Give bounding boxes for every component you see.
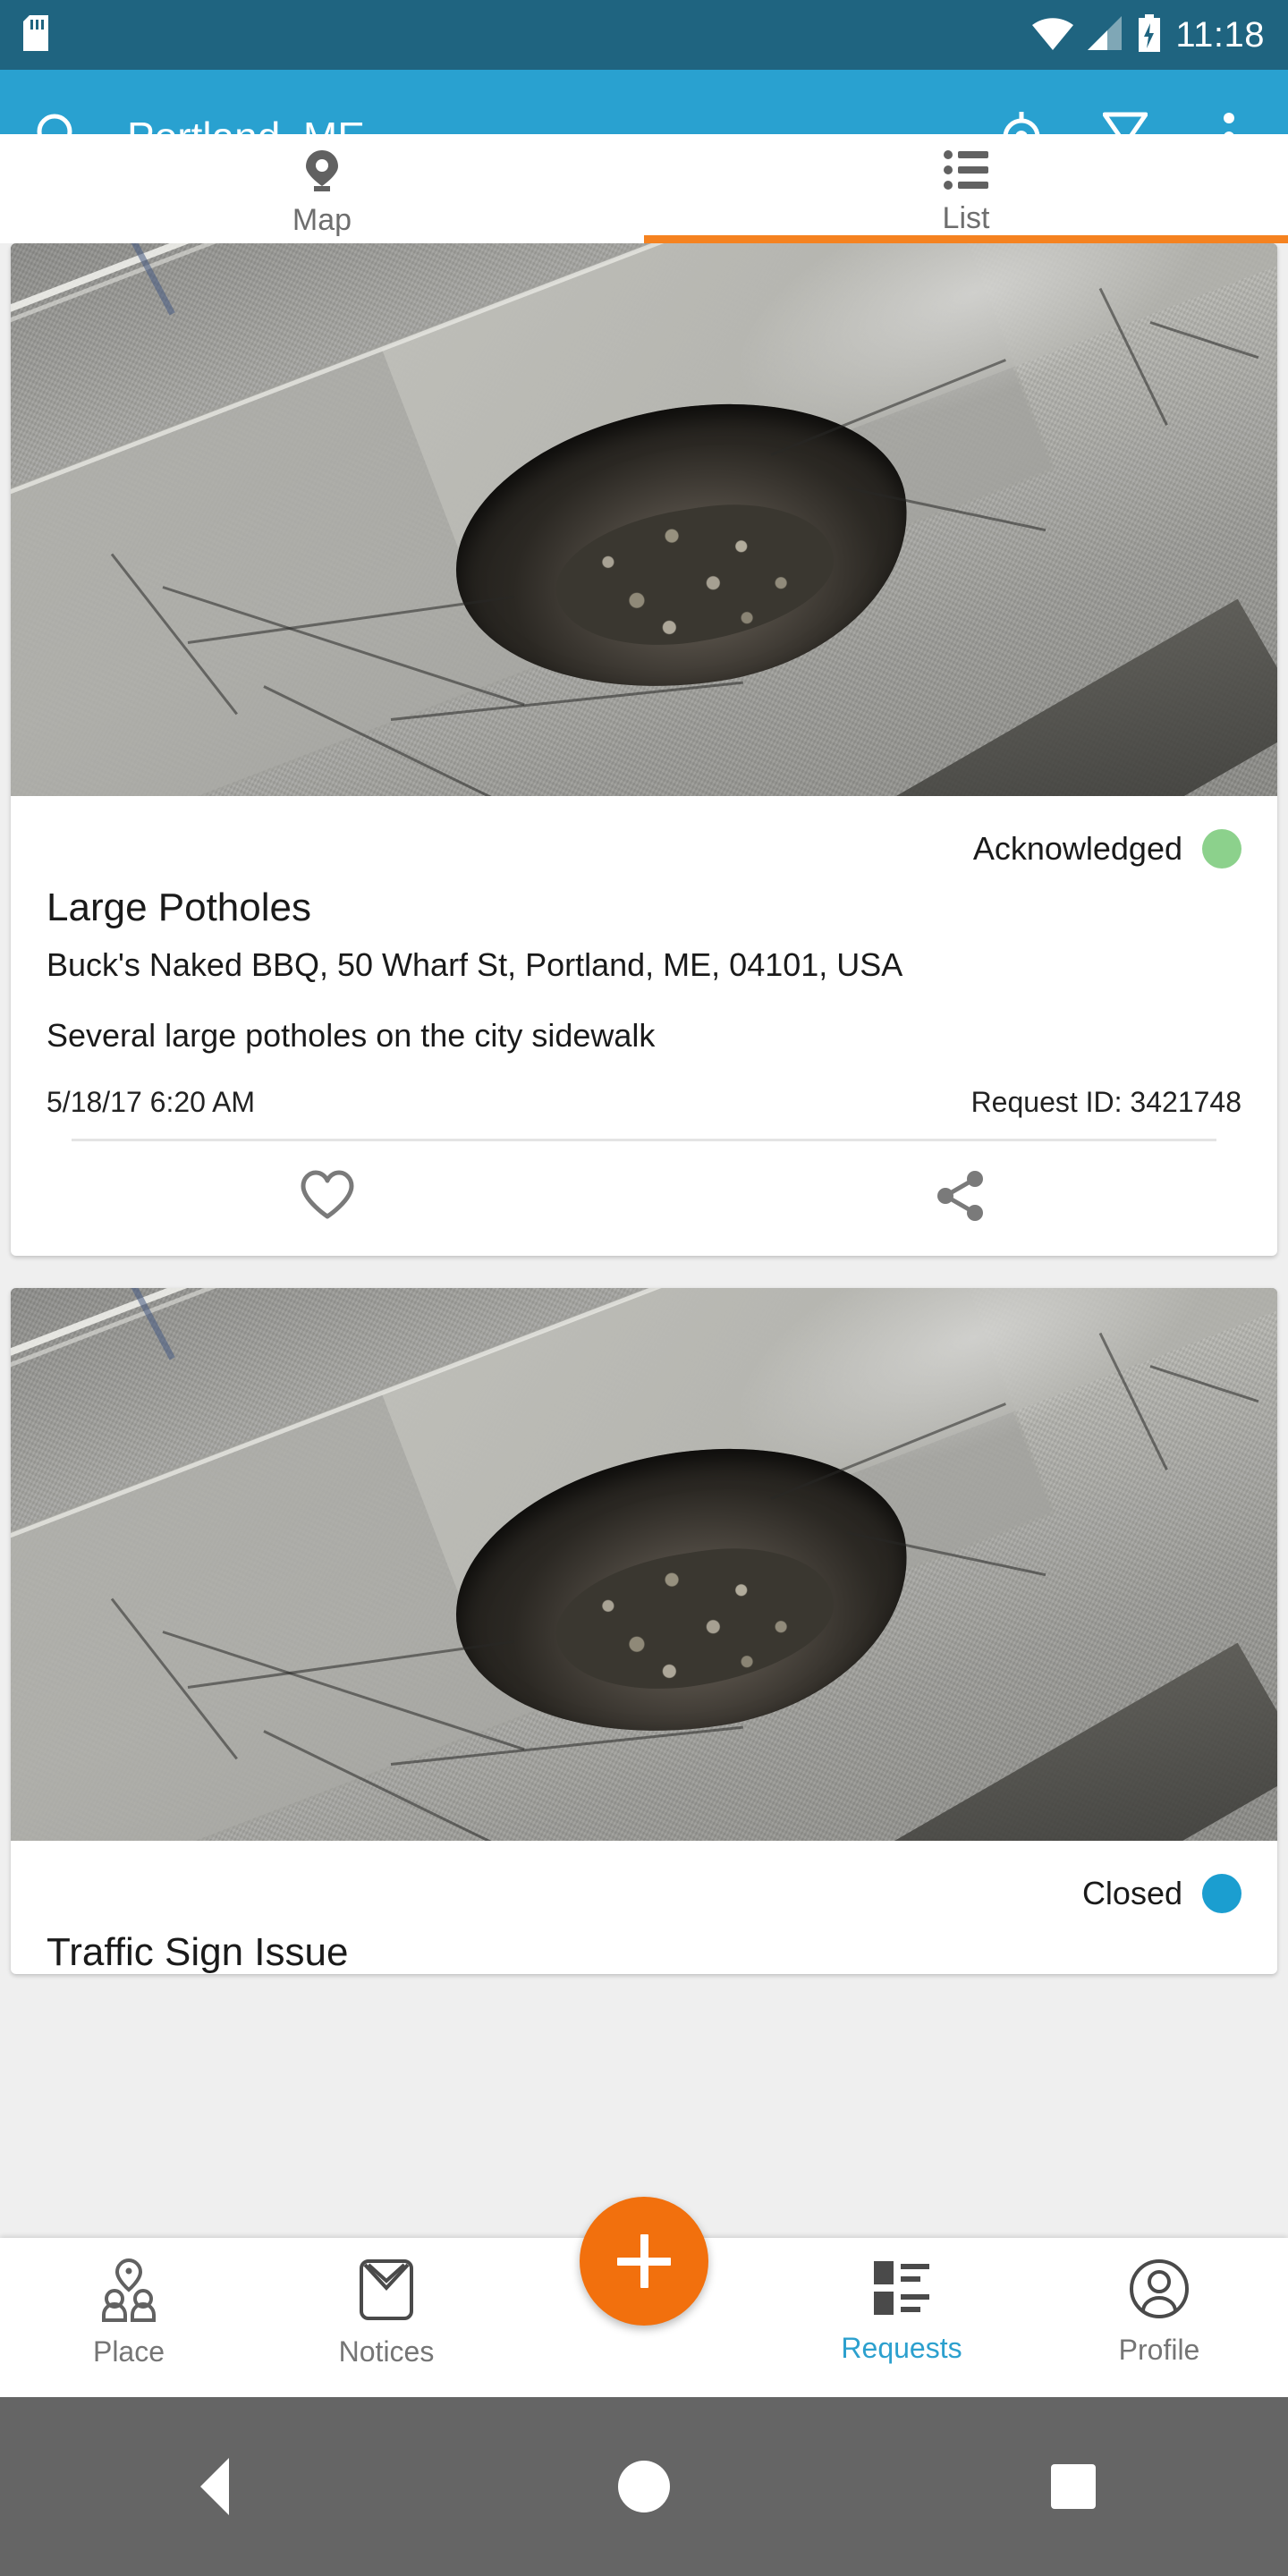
request-photo [11, 1287, 1277, 1841]
tab-list[interactable]: List [644, 134, 1288, 243]
app-screen: 11:18 Portland, ME [0, 0, 1288, 2576]
nav-item-notices-label: Notices [338, 2335, 435, 2368]
envelope-icon [359, 2258, 414, 2326]
request-meta-row: 5/18/17 6:20 AM Request ID: 3421748 [47, 1086, 1241, 1119]
status-row: Closed [47, 1866, 1241, 1921]
request-card[interactable]: Closed Traffic Sign Issue [11, 1287, 1277, 1974]
system-back-button[interactable] [0, 2458, 429, 2515]
request-title: Large Potholes [47, 886, 311, 929]
nav-item-place-label: Place [92, 2335, 165, 2368]
triangle-back-icon [200, 2458, 229, 2515]
system-recents-button[interactable] [859, 2464, 1288, 2509]
app-bar: Portland, ME [0, 70, 1288, 204]
status-badge-dot [1202, 1873, 1241, 1913]
wifi-icon [1032, 16, 1074, 55]
tab-list-label: List [942, 200, 990, 235]
nav-item-notices[interactable]: Notices [258, 2238, 515, 2366]
status-badge-label: Acknowledged [972, 830, 1182, 867]
status-bar-right-icons: 11:18 [1032, 13, 1265, 56]
status-bar-left-icons [23, 14, 48, 55]
nav-item-profile-label: Profile [1118, 2334, 1200, 2366]
request-address: Buck's Naked BBQ, 50 Wharf St, Portland,… [47, 946, 903, 984]
map-pin-icon [302, 148, 342, 196]
requests-list-icon [872, 2258, 931, 2323]
system-navigation-bar [0, 2397, 1288, 2576]
sd-card-icon [23, 14, 48, 55]
list-icon [944, 149, 988, 194]
tab-active-indicator [644, 235, 1288, 243]
nav-item-requests[interactable]: Requests [773, 2238, 1030, 2362]
nav-item-profile[interactable]: Profile [1030, 2238, 1288, 2364]
status-row: Acknowledged [47, 821, 1241, 877]
nav-item-requests-label: Requests [841, 2332, 962, 2364]
battery-charging-icon [1138, 13, 1161, 56]
square-recents-icon [1051, 2464, 1096, 2509]
person-circle-icon [1129, 2258, 1190, 2325]
request-card[interactable]: Acknowledged Large Potholes Buck's Naked… [11, 243, 1277, 1256]
place-people-icon [98, 2258, 159, 2326]
tab-map[interactable]: Map [0, 134, 644, 243]
nav-item-fab-slot [515, 2197, 773, 2326]
status-bar: 11:18 [0, 0, 1288, 70]
circle-home-icon [618, 2461, 670, 2512]
favorite-button[interactable] [11, 1141, 644, 1256]
request-card-body: Acknowledged Large Potholes Buck's Naked… [11, 796, 1277, 1141]
cellular-signal-icon [1088, 15, 1123, 55]
request-timestamp: 5/18/17 6:20 AM [47, 1085, 256, 1118]
request-description: Several large potholes on the city sidew… [47, 1017, 656, 1055]
add-request-fab[interactable] [580, 2197, 708, 2326]
request-id: Request ID: 3421748 [970, 1085, 1241, 1118]
system-home-button[interactable] [429, 2461, 859, 2512]
nav-item-place[interactable]: Place [0, 2238, 258, 2366]
status-bar-clock: 11:18 [1175, 15, 1265, 55]
request-title: Traffic Sign Issue [47, 1929, 349, 1974]
heart-icon [300, 1170, 355, 1226]
request-card-body: Closed Traffic Sign Issue [11, 1841, 1277, 1974]
share-button[interactable] [644, 1141, 1277, 1256]
tab-map-label: Map [292, 202, 352, 237]
request-list[interactable]: Acknowledged Large Potholes Buck's Naked… [0, 243, 1288, 2256]
card-action-row [11, 1141, 1277, 1256]
view-tabs: Map List [0, 134, 1288, 243]
status-badge-dot [1202, 829, 1241, 869]
share-icon [935, 1170, 987, 1226]
request-photo [11, 243, 1277, 796]
status-badge-label: Closed [1081, 1874, 1182, 1911]
bottom-navigation: Place Notices Requests Profile [0, 2197, 1288, 2397]
